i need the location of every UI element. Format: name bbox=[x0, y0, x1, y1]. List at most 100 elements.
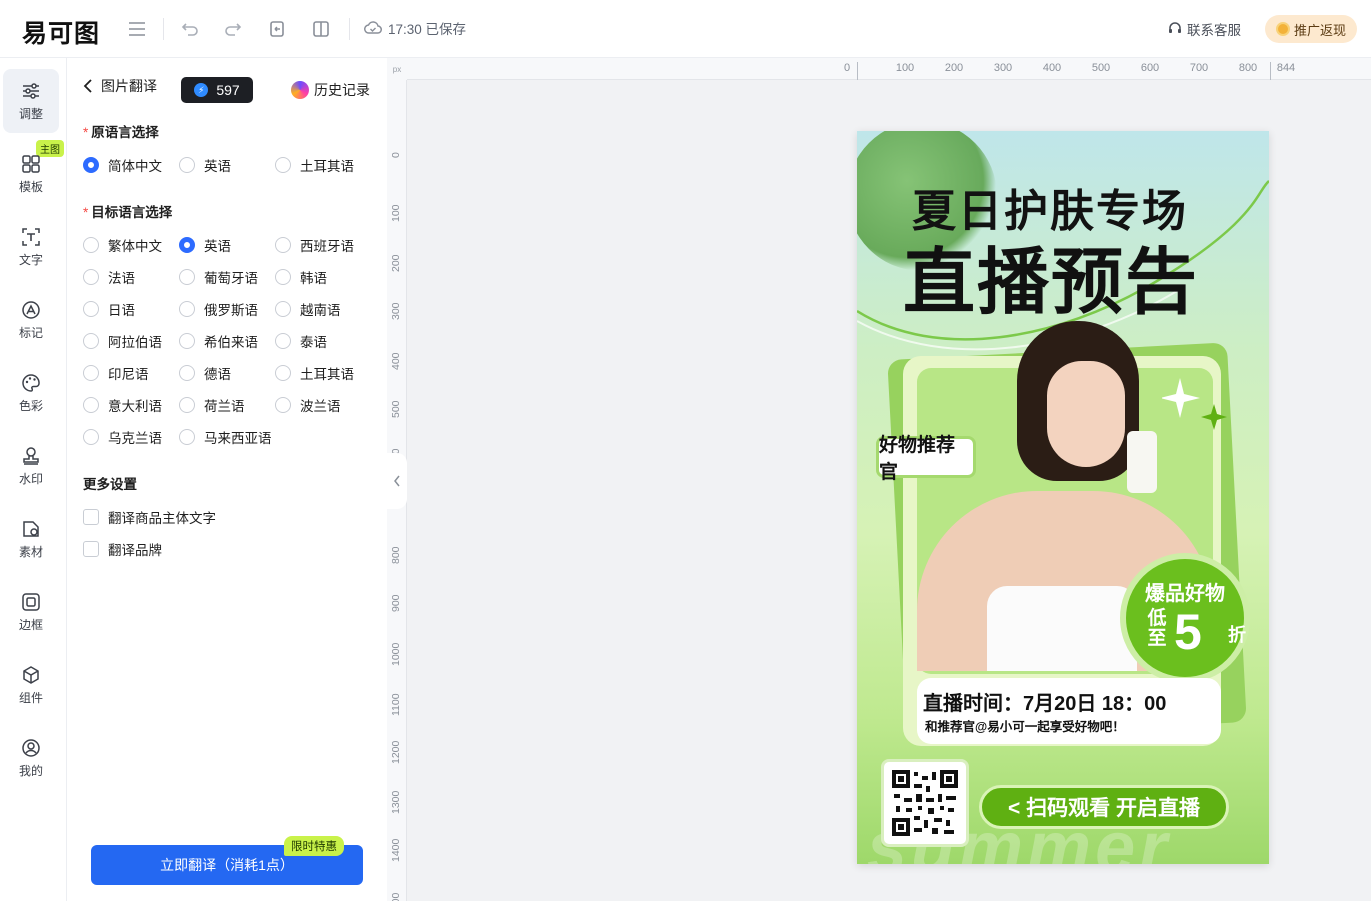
redo-icon[interactable] bbox=[222, 18, 244, 40]
ruler-top: 0 100 200 300 400 500 600 700 800 844 bbox=[407, 58, 1371, 80]
model-top bbox=[987, 586, 1137, 671]
target-radio[interactable]: 韩语 bbox=[275, 267, 327, 287]
promo-button[interactable]: 推广返现 bbox=[1265, 15, 1357, 43]
points-value: 597 bbox=[216, 82, 240, 98]
sliders-icon bbox=[23, 83, 39, 99]
target-radio[interactable]: 阿拉伯语 bbox=[83, 331, 162, 351]
source-language-title: * 原语言选择 bbox=[83, 125, 159, 140]
ruler-tick: 1400 bbox=[390, 838, 402, 862]
compare-icon[interactable] bbox=[310, 18, 332, 40]
nav-item-color[interactable]: 色彩 bbox=[3, 361, 59, 425]
target-radio[interactable]: 法语 bbox=[83, 267, 135, 287]
live-subtitle: 和推荐官@易小可一起享受好物吧！ bbox=[925, 720, 1125, 734]
history-button[interactable]: 历史记录 bbox=[291, 80, 370, 100]
ruler-tick: 0 bbox=[843, 62, 851, 74]
target-radio[interactable]: 葡萄牙语 bbox=[179, 267, 258, 287]
source-radio-en[interactable]: 英语 bbox=[179, 155, 231, 175]
nav-label: 组件 bbox=[18, 691, 43, 705]
ruler-tick: 400 bbox=[1042, 62, 1062, 74]
target-language-title: * 目标语言选择 bbox=[83, 205, 173, 220]
ruler-tick: 200 bbox=[390, 254, 402, 272]
nav-label: 素材 bbox=[18, 545, 43, 559]
ruler-unit: px bbox=[387, 58, 407, 80]
limited-offer-tag: 限时特惠 bbox=[284, 836, 344, 856]
ruler-tick: 300 bbox=[390, 302, 402, 320]
target-radio[interactable]: 西班牙语 bbox=[275, 235, 354, 255]
target-radio[interactable]: 越南语 bbox=[275, 299, 341, 319]
target-radio[interactable]: 荷兰语 bbox=[179, 395, 245, 415]
history-icon bbox=[291, 81, 309, 99]
ruler-tick: 1300 bbox=[390, 790, 402, 814]
ruler-tick: 844 bbox=[1276, 62, 1296, 74]
poster-image[interactable]: 夏日护肤专场 直播预告 好物推荐官 爆品好物 低至 5 折 直播时间：7月20日… bbox=[857, 131, 1269, 864]
ruler-tick: 1200 bbox=[390, 740, 402, 764]
undo-icon[interactable] bbox=[179, 18, 201, 40]
target-radio[interactable]: 意大利语 bbox=[83, 395, 162, 415]
target-radio[interactable]: 印尼语 bbox=[83, 363, 149, 383]
nav-item-watermark[interactable]: 水印 bbox=[3, 434, 59, 498]
back-button[interactable]: 图片翻译 bbox=[83, 76, 157, 96]
product-bottle bbox=[1127, 431, 1157, 493]
menu-icon[interactable] bbox=[126, 18, 148, 40]
burst-title: 爆品好物 bbox=[1145, 583, 1225, 605]
translate-panel: 图片翻译 ⚡ 597 历史记录 * 原语言选择 简体中文 英语 土耳其语 * 目标语… bbox=[67, 58, 387, 901]
target-radio[interactable]: 泰语 bbox=[275, 331, 327, 351]
target-radio[interactable]: 英语 bbox=[179, 235, 231, 255]
user-icon bbox=[22, 739, 40, 757]
target-radio[interactable]: 土耳其语 bbox=[275, 363, 354, 383]
material-icon bbox=[23, 521, 39, 537]
logo[interactable]: 易可图 bbox=[22, 14, 100, 50]
marker-icon bbox=[22, 301, 40, 319]
discount-badge: 爆品好物 低至 5 折 bbox=[1120, 553, 1250, 683]
chevron-left-icon bbox=[83, 79, 92, 93]
target-radio[interactable]: 希伯来语 bbox=[179, 331, 258, 351]
ruler-tick: 100 bbox=[895, 62, 915, 74]
target-radio[interactable]: 马来西亚语 bbox=[179, 427, 272, 447]
target-radio[interactable]: 日语 bbox=[83, 299, 135, 319]
scan-to-watch-button: < 扫码观看 开启直播 bbox=[979, 785, 1229, 829]
top-bar: 易可图 17:30 已保存 联系客服 推广返现 bbox=[0, 0, 1371, 58]
nav-label: 水印 bbox=[18, 472, 43, 486]
ruler-tick: 200 bbox=[944, 62, 964, 74]
restore-icon[interactable] bbox=[266, 18, 288, 40]
source-radio-tr[interactable]: 土耳其语 bbox=[275, 155, 354, 175]
ruler-tick: 100 bbox=[390, 204, 402, 222]
contact-support-button[interactable]: 联系客服 bbox=[1167, 19, 1241, 39]
cloud-check-icon bbox=[364, 21, 382, 34]
collapse-panel-button[interactable] bbox=[387, 453, 407, 509]
bolt-icon: ⚡ bbox=[194, 83, 209, 97]
nav-label: 标记 bbox=[18, 326, 43, 340]
panel-title: 图片翻译 bbox=[101, 78, 157, 94]
live-time: 直播时间：7月20日 18：00 bbox=[923, 693, 1167, 715]
qr-code-icon bbox=[892, 770, 958, 836]
burst-suffix: 折 bbox=[1228, 625, 1246, 645]
target-radio[interactable]: 乌克兰语 bbox=[83, 427, 162, 447]
nav-label: 模板 bbox=[18, 180, 43, 194]
sparkle-icon bbox=[1162, 378, 1227, 430]
source-radio-zh[interactable]: 简体中文 bbox=[83, 155, 162, 175]
ruler-tick: 1500 bbox=[390, 893, 402, 901]
ruler-tick: 800 bbox=[1238, 62, 1258, 74]
nav-item-component[interactable]: 组件 bbox=[3, 653, 59, 717]
nav-item-frame[interactable]: 边框 bbox=[3, 580, 59, 644]
ruler-tick: 1100 bbox=[390, 693, 402, 716]
save-status: 17:30 已保存 bbox=[364, 18, 466, 38]
target-radio[interactable]: 繁体中文 bbox=[83, 235, 162, 255]
nav-item-mine[interactable]: 我的 bbox=[3, 726, 59, 790]
ruler-tick: 800 bbox=[390, 546, 402, 564]
nav-item-mark[interactable]: 标记 bbox=[3, 288, 59, 352]
canvas-area[interactable]: px 0 100 200 300 400 500 600 700 800 844… bbox=[387, 58, 1371, 901]
nav-item-template[interactable]: 模板 bbox=[3, 142, 59, 206]
translate-brand-checkbox[interactable]: 翻译品牌 bbox=[83, 539, 162, 559]
nav-item-text[interactable]: 文字 bbox=[3, 215, 59, 279]
recommender-tag: 好物推荐官 bbox=[876, 435, 976, 483]
nav-item-adjust[interactable]: 调整 bbox=[3, 69, 59, 133]
contact-label: 联系客服 bbox=[1187, 23, 1241, 38]
target-radio[interactable]: 俄罗斯语 bbox=[179, 299, 258, 319]
model-face bbox=[1047, 361, 1125, 467]
nav-item-material[interactable]: 素材 bbox=[3, 507, 59, 571]
target-radio[interactable]: 波兰语 bbox=[275, 395, 341, 415]
translate-subject-checkbox[interactable]: 翻译商品主体文字 bbox=[83, 507, 216, 527]
poster-title-line2: 直播预告 bbox=[903, 239, 1200, 324]
target-radio[interactable]: 德语 bbox=[179, 363, 231, 383]
